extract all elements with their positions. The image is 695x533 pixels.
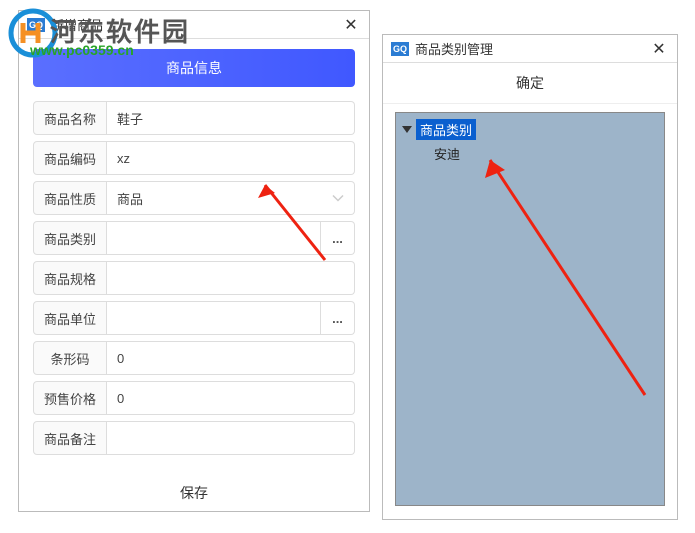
- presale-input[interactable]: 0: [107, 381, 355, 415]
- save-button[interactable]: 保存: [33, 475, 355, 511]
- category-tree: 商品类别 安迪: [395, 112, 665, 506]
- new-product-window: GQ 新增商品 ✕ 商品信息 商品名称 鞋子 商品编码 xz 商品性质 商品 商…: [18, 10, 370, 512]
- nature-label: 商品性质: [33, 181, 107, 215]
- category-label: 商品类别: [33, 221, 107, 255]
- category-input[interactable]: [107, 221, 321, 255]
- barcode-label: 条形码: [33, 341, 107, 375]
- close-icon[interactable]: ✕: [649, 39, 669, 59]
- spec-input[interactable]: [107, 261, 355, 295]
- close-icon[interactable]: ✕: [341, 15, 361, 35]
- nature-select[interactable]: 商品: [107, 181, 355, 215]
- tree-child-node[interactable]: 安迪: [400, 142, 660, 163]
- barcode-input[interactable]: 0: [107, 341, 355, 375]
- window-title: 商品类别管理: [415, 39, 649, 58]
- code-label: 商品编码: [33, 141, 107, 175]
- watermark-url: www.pc0359.cn: [30, 42, 134, 58]
- nature-value: 商品: [117, 189, 143, 208]
- unit-label: 商品单位: [33, 301, 107, 335]
- tree-root-label: 商品类别: [416, 119, 476, 140]
- tree-collapse-icon[interactable]: [402, 126, 412, 133]
- name-input[interactable]: 鞋子: [107, 101, 355, 135]
- remark-label: 商品备注: [33, 421, 107, 455]
- confirm-button[interactable]: 确定: [383, 63, 677, 104]
- presale-label: 预售价格: [33, 381, 107, 415]
- spec-label: 商品规格: [33, 261, 107, 295]
- code-input[interactable]: xz: [107, 141, 355, 175]
- category-browse-button[interactable]: ...: [321, 221, 355, 255]
- unit-browse-button[interactable]: ...: [321, 301, 355, 335]
- chevron-down-icon: [332, 191, 344, 206]
- tree-root-node[interactable]: 商品类别: [400, 117, 660, 142]
- app-icon: GQ: [391, 42, 409, 56]
- name-label: 商品名称: [33, 101, 107, 135]
- unit-input[interactable]: [107, 301, 321, 335]
- titlebar: GQ 商品类别管理 ✕: [383, 35, 677, 63]
- category-manager-window: GQ 商品类别管理 ✕ 确定 商品类别 安迪: [382, 34, 678, 520]
- remark-input[interactable]: [107, 421, 355, 455]
